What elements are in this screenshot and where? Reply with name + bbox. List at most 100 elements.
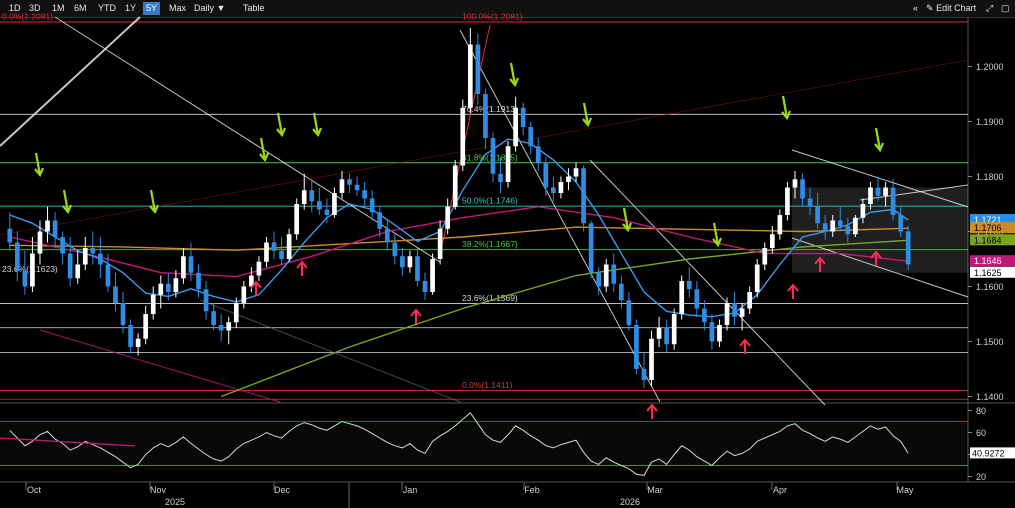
candle-body: [430, 259, 435, 292]
buy-signal-arrow: [781, 95, 792, 121]
candle-body: [309, 190, 315, 202]
price-tag-label: 1.1684: [974, 235, 1002, 245]
x-tick-label: Apr: [773, 485, 787, 495]
candle-body: [264, 242, 269, 262]
candle-body: [498, 173, 503, 182]
candle-body: [490, 138, 496, 174]
candle-body: [203, 289, 209, 312]
x-tick-label: Nov: [150, 485, 167, 495]
candle-body: [815, 206, 820, 224]
rsi-value-label: 40.9272: [972, 448, 1005, 458]
candle-body: [717, 325, 722, 342]
candle-body: [671, 314, 677, 345]
candle-body: [158, 283, 164, 295]
y-tick-label: 1.1500: [976, 337, 1004, 347]
x-tick-label: Feb: [524, 485, 540, 495]
candle-body: [67, 253, 73, 279]
candle-body: [898, 215, 904, 232]
y-tick-label: 1.1400: [976, 392, 1004, 402]
candle-body: [445, 206, 451, 229]
candle-body: [890, 187, 896, 215]
candle-body: [150, 294, 156, 314]
candle-body: [528, 127, 534, 147]
candle-body: [483, 94, 488, 138]
candle-body: [181, 256, 186, 279]
candle-body: [603, 264, 609, 287]
candle-body: [301, 190, 307, 204]
fib-level-label: 0.0%(1.1411): [462, 380, 513, 390]
candle-body: [709, 322, 715, 342]
y-tick-label: 1.2000: [976, 62, 1004, 72]
candle-body: [407, 256, 413, 268]
x-tick-label: Oct: [27, 485, 42, 495]
candle-body: [256, 261, 262, 276]
candle-body: [377, 212, 383, 229]
x-tick-label: May: [896, 485, 914, 495]
candle-body: [211, 311, 216, 325]
buy-signal-arrow: [149, 189, 160, 215]
candle-body: [634, 325, 639, 369]
candle-body: [641, 369, 647, 380]
buy-signal-arrow: [276, 112, 287, 138]
candle-body: [754, 264, 760, 292]
buy-signal-arrow: [622, 207, 633, 233]
candle-body: [822, 223, 828, 232]
candle-body: [369, 198, 375, 213]
candle-body: [271, 242, 277, 251]
buy-signal-arrow: [874, 127, 885, 153]
candle-body: [611, 264, 617, 284]
x-tick-label: Dec: [274, 485, 291, 495]
fib-level-label: 38.2%(1.1667): [462, 239, 518, 249]
candle-body: [60, 237, 65, 254]
candle-body: [75, 264, 81, 279]
candle-body: [596, 272, 602, 287]
candle-body: [845, 226, 851, 235]
candle-body: [400, 256, 405, 268]
candle-body: [475, 44, 481, 94]
candle-body: [588, 223, 594, 273]
candle-body: [113, 286, 118, 303]
candle-body: [354, 184, 360, 191]
candle-body: [792, 179, 798, 188]
candle-body: [573, 168, 579, 177]
candle-body: [875, 187, 881, 196]
candle-body: [649, 338, 654, 380]
candle-body: [566, 176, 571, 182]
x-tick-label: Jan: [403, 485, 418, 495]
candle-body: [392, 242, 398, 257]
candle-body: [558, 182, 564, 193]
buy-signal-arrow: [712, 222, 723, 248]
buy-signal-arrow: [259, 137, 270, 163]
candle-body: [868, 187, 873, 204]
candle-body: [82, 248, 88, 265]
candle-body: [384, 228, 390, 243]
price-chart: 1.20001.19001.18001.17001.16001.15001.14…: [0, 11, 1015, 508]
candle-body: [686, 281, 692, 290]
candle-body: [324, 209, 330, 215]
candle-body: [437, 228, 443, 259]
candle-body: [165, 283, 171, 292]
left-fib-label: 23.6%(1.1623): [2, 264, 58, 274]
candle-body: [807, 198, 813, 207]
candle-body: [316, 201, 322, 210]
x-tick-label: Mar: [647, 485, 663, 495]
price-tag-label: 1.1646: [974, 256, 1002, 266]
candle-body: [769, 234, 775, 248]
year-label: 2026: [620, 497, 640, 507]
trendline: [459, 29, 661, 403]
candle-body: [460, 107, 466, 166]
candle-body: [837, 220, 843, 226]
y-tick-label: 1.1800: [976, 172, 1004, 182]
candle-body: [551, 187, 556, 193]
candle-body: [218, 325, 224, 331]
candle-body: [286, 234, 292, 259]
candle-body: [830, 220, 836, 232]
candle-body: [415, 256, 420, 281]
candle-body: [905, 231, 911, 265]
candle-body: [724, 303, 730, 325]
candle-body: [739, 308, 745, 317]
sell-signal-arrow: [787, 283, 799, 299]
sell-signal-arrow: [296, 260, 308, 276]
candle-body: [581, 168, 586, 224]
trendline: [0, 16, 141, 147]
